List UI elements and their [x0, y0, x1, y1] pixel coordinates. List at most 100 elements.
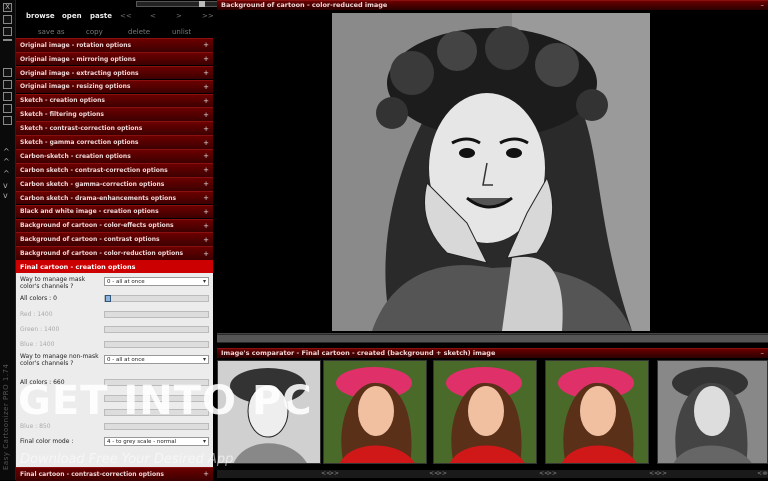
minimize-icon[interactable]: –	[761, 349, 765, 358]
layout-icon[interactable]	[3, 104, 12, 113]
expand-icon[interactable]: +	[203, 152, 209, 160]
thumb-next[interactable]: >>	[329, 470, 339, 477]
bottom-section[interactable]: Final cartoon - contrast-correction opti…	[16, 467, 213, 481]
copy-button[interactable]: copy	[86, 28, 103, 36]
layout-icon[interactable]	[3, 68, 12, 77]
thumb-next[interactable]: >>	[657, 470, 667, 477]
thumbnail-color-3[interactable]	[545, 360, 649, 464]
section-header[interactable]: Sketch - contrast-correction options +	[16, 121, 213, 135]
last-button[interactable]: >>	[202, 12, 214, 20]
paste-button[interactable]: paste	[90, 12, 112, 20]
expand-icon[interactable]: +	[203, 55, 209, 63]
layout-icon[interactable]	[3, 116, 12, 125]
all-colors-slider[interactable]	[104, 295, 209, 303]
open-button[interactable]: open	[62, 12, 82, 20]
section-header[interactable]: Black and white image - creation options…	[16, 204, 213, 219]
slider-thumb[interactable]	[199, 1, 205, 7]
window-icon[interactable]	[3, 27, 12, 36]
final-mode-select[interactable]: 4 - to grey scale - normal	[104, 437, 209, 447]
section-header[interactable]: Original image - mirroring options +	[16, 51, 213, 66]
close-icon[interactable]: X	[3, 3, 12, 12]
expand-icon[interactable]: +	[203, 139, 209, 147]
final-mode-label: Final color mode :	[20, 438, 74, 446]
prev-button[interactable]: <	[150, 12, 156, 20]
chevron-down-icon[interactable]: v	[3, 192, 8, 200]
expand-icon[interactable]: +	[203, 250, 209, 258]
thumbnail-grey[interactable]	[657, 360, 768, 464]
unlist-button[interactable]: unlist	[172, 28, 191, 36]
thumbnail-color-1[interactable]	[323, 360, 427, 464]
expand-icon[interactable]: +	[203, 111, 209, 119]
mask-select[interactable]: 0 - all at once	[104, 277, 209, 287]
chevron-down-icon[interactable]: v	[3, 182, 8, 190]
nonmask-label: Way to manage non-mask color's channels …	[20, 353, 99, 368]
expand-icon[interactable]: +	[203, 83, 209, 91]
thumb-next[interactable]: >>	[437, 470, 447, 477]
layout-icon[interactable]	[3, 80, 12, 89]
section-header[interactable]: Background of cartoon - color-reduction …	[16, 246, 213, 260]
minimize-icon[interactable]	[3, 39, 12, 41]
thumb-next[interactable]: >>	[547, 470, 557, 477]
nonmask-select[interactable]: 0 - all at once	[104, 355, 209, 365]
green-label: Green : 1400	[20, 326, 60, 334]
section-header[interactable]: Original image - extracting options +	[16, 65, 213, 80]
section-header[interactable]: Carbon-sketch - creation options +	[16, 149, 213, 163]
slider-knob[interactable]	[105, 295, 111, 303]
expand-icon[interactable]: +	[203, 166, 209, 174]
section-title: Carbon sketch - drama-enhancements optio…	[20, 194, 177, 202]
section-title: Carbon sketch - contrast-correction opti…	[20, 166, 168, 174]
section-header[interactable]: Carbon sketch - drama-enhancements optio…	[16, 190, 213, 205]
thumb-next[interactable]: >>	[763, 470, 768, 477]
grey-thumbnail-image	[658, 361, 767, 463]
expand-icon[interactable]: +	[203, 125, 209, 133]
section-header[interactable]: Sketch - gamma correction options +	[16, 135, 213, 149]
delete-button[interactable]: delete	[128, 28, 150, 36]
expand-icon[interactable]: +	[203, 194, 209, 202]
section-header[interactable]: Carbon sketch - gamma-correction options…	[16, 176, 213, 191]
red-label: Red : 1400	[20, 311, 53, 319]
expand-icon[interactable]: +	[203, 97, 209, 105]
expand-icon[interactable]: +	[203, 180, 209, 188]
section-title: Sketch - filtering options	[20, 111, 105, 119]
save-as-button[interactable]: save as	[38, 28, 65, 36]
expand-icon[interactable]: +	[203, 41, 209, 49]
chevron-up-icon[interactable]: ^	[3, 158, 10, 166]
horizontal-scrollbar[interactable]	[217, 333, 768, 343]
expand-icon[interactable]: +	[203, 236, 209, 244]
expand-icon[interactable]: +	[203, 222, 209, 230]
preview-image	[332, 13, 650, 331]
next-button[interactable]: >	[176, 12, 182, 20]
section-header[interactable]: Original image - resizing options +	[16, 79, 213, 94]
image-slider[interactable]	[136, 1, 229, 7]
layout-icon[interactable]	[3, 92, 12, 101]
blue-slider[interactable]	[104, 341, 209, 349]
first-button[interactable]: <<	[120, 12, 132, 20]
scrollbar-thumb[interactable]	[217, 335, 768, 342]
blue2-slider[interactable]	[104, 423, 209, 431]
thumbnail-nav-bar: << >> << >> << >> << >> << >>	[217, 470, 768, 478]
comparator-title: Image's comparator - Final cartoon - cre…	[221, 349, 496, 357]
section-header[interactable]: Background of cartoon - color-effects op…	[16, 218, 213, 233]
active-section-header[interactable]: Final cartoon - creation options	[16, 260, 213, 274]
green-slider[interactable]	[104, 326, 209, 334]
minimize-icon[interactable]: –	[761, 1, 765, 10]
browse-button[interactable]: browse	[26, 12, 55, 20]
section-header[interactable]: Carbon sketch - contrast-correction opti…	[16, 163, 213, 177]
expand-icon[interactable]: +	[203, 69, 209, 77]
chevron-up-icon[interactable]: ^	[3, 148, 10, 156]
blue2-label: Blue : 850	[20, 423, 51, 431]
section-header[interactable]: Sketch - filtering options +	[16, 107, 213, 122]
chevron-up-icon[interactable]: ^	[3, 170, 10, 178]
section-header[interactable]: Sketch - creation options +	[16, 93, 213, 108]
expand-icon[interactable]: +	[203, 470, 209, 478]
section-header[interactable]: Original image - rotation options +	[16, 38, 213, 52]
blue-label: Blue : 1400	[20, 341, 55, 349]
color-thumbnail-image	[324, 361, 426, 463]
window-icon[interactable]	[3, 15, 12, 24]
expand-icon[interactable]: +	[203, 208, 209, 216]
section-title: Background of cartoon - color-reduction …	[20, 250, 184, 258]
red-slider[interactable]	[104, 311, 209, 319]
section-header[interactable]: Background of cartoon - contrast options…	[16, 232, 213, 247]
thumbnail-color-2[interactable]	[433, 360, 537, 464]
section-title: Original image - mirroring options	[20, 55, 136, 63]
